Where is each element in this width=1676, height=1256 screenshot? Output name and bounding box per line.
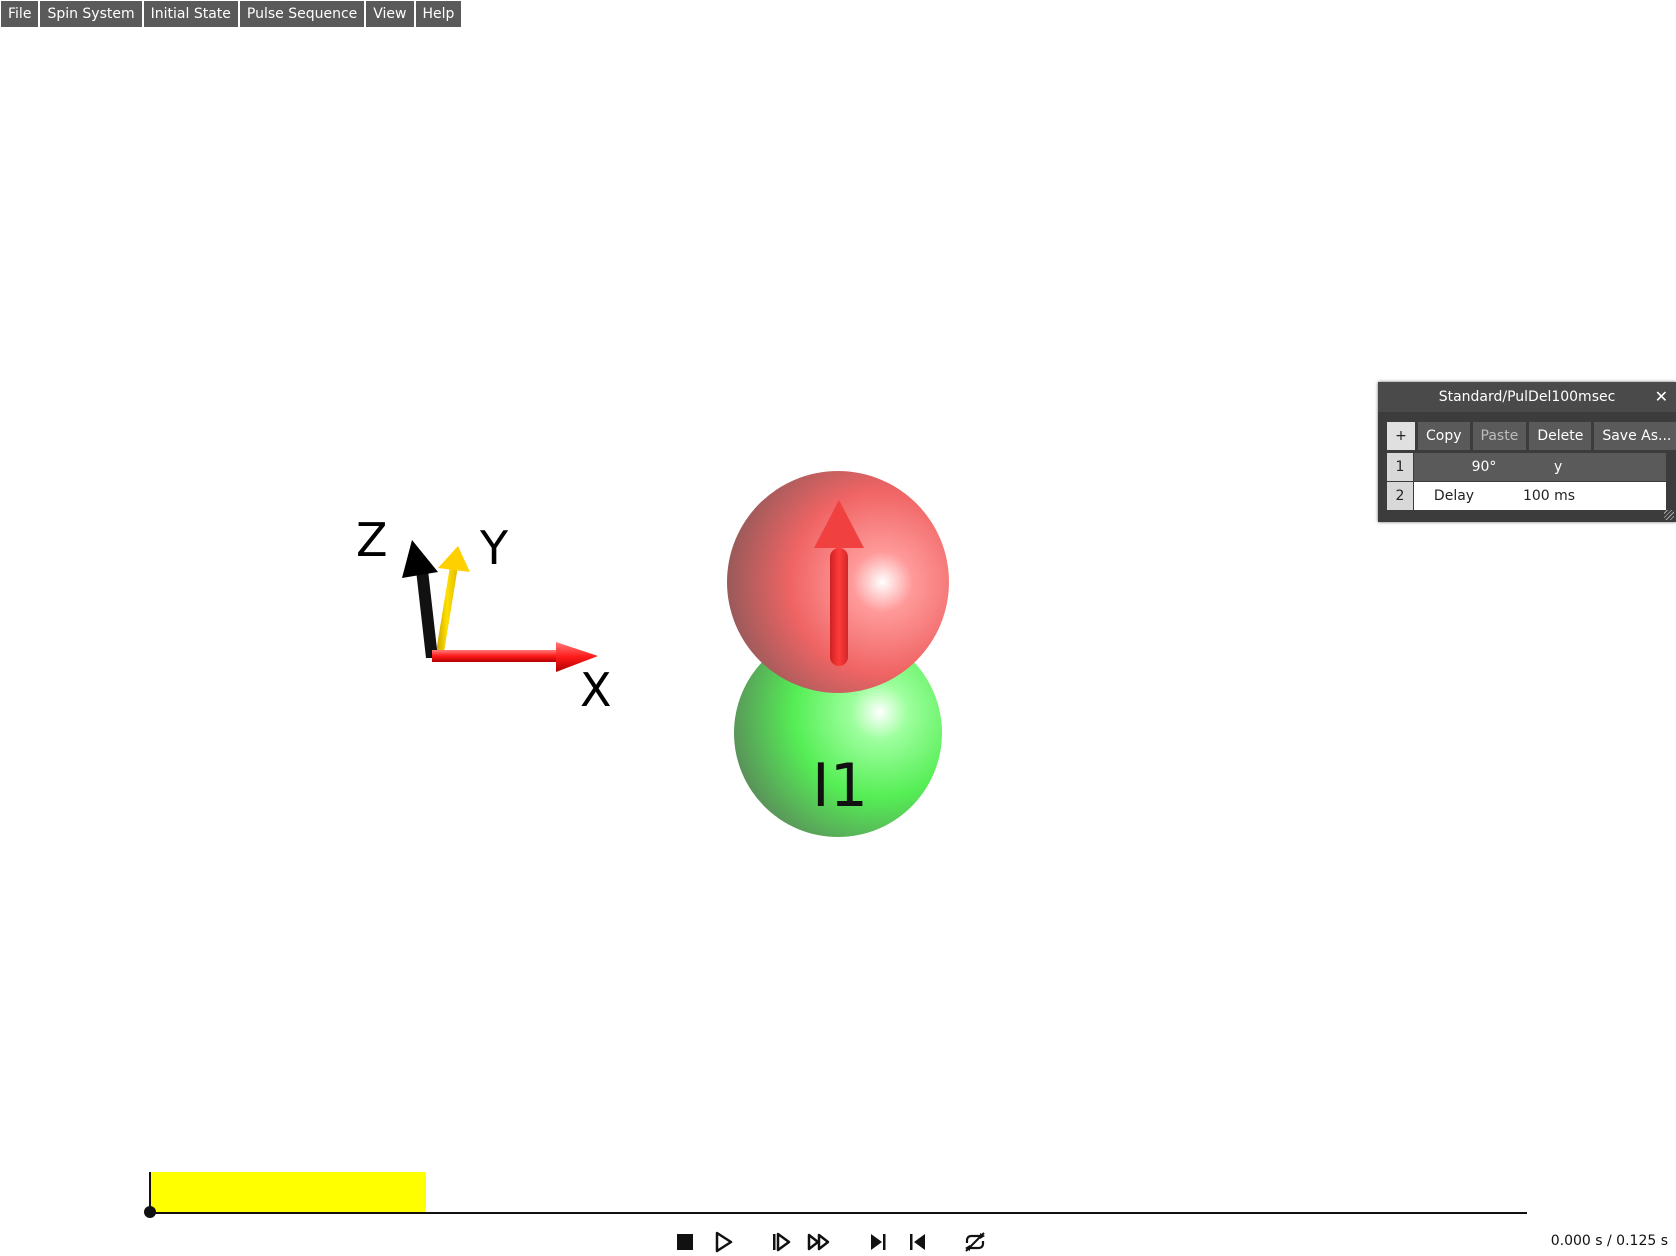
timeline[interactable]: [144, 1172, 1527, 1218]
spin-i1[interactable]: I1: [727, 471, 949, 837]
step-forward-icon[interactable]: [768, 1230, 794, 1254]
skip-to-end-icon[interactable]: [866, 1230, 892, 1254]
skip-to-start-icon[interactable]: [904, 1230, 930, 1254]
panel-toolbar: + Copy Paste Delete Save As...: [1387, 422, 1676, 450]
pulse-angle: 90°: [1471, 459, 1497, 475]
menu-initial-state[interactable]: Initial State: [143, 1, 238, 27]
z-axis-arrow: [402, 540, 438, 658]
close-icon[interactable]: ✕: [1655, 382, 1668, 412]
menu-file[interactable]: File: [1, 1, 39, 27]
y-axis-label: Y: [479, 521, 509, 575]
sequence-row-delay[interactable]: 2 Delay 100 ms: [1387, 482, 1666, 510]
save-as-button[interactable]: Save As...: [1594, 422, 1676, 450]
playhead-marker[interactable]: [144, 1206, 156, 1218]
panel-title: Standard/PulDel100msec: [1438, 389, 1616, 405]
menu-pulse-sequence[interactable]: Pulse Sequence: [239, 1, 365, 27]
resize-grip-icon[interactable]: [1664, 510, 1674, 520]
row-index: 2: [1387, 482, 1413, 510]
menu-spin-system[interactable]: Spin System: [40, 1, 142, 27]
stop-icon[interactable]: [672, 1230, 698, 1254]
spin-label: I1: [812, 751, 868, 821]
pulse-block[interactable]: [151, 1172, 426, 1212]
play-icon[interactable]: [710, 1230, 736, 1254]
menu-view[interactable]: View: [366, 1, 414, 27]
copy-button[interactable]: Copy: [1418, 422, 1470, 450]
x-axis-label: X: [580, 663, 612, 717]
spin-scene-canvas[interactable]: Z Y X I1: [0, 0, 1676, 1256]
menu-bar: File Spin System Initial State Pulse Seq…: [1, 1, 462, 27]
delete-button[interactable]: Delete: [1529, 422, 1592, 450]
z-axis-label: Z: [356, 513, 388, 567]
loop-icon[interactable]: [962, 1230, 988, 1254]
pulse-sequence-panel: Standard/PulDel100msec ✕ + Copy Paste De…: [1378, 382, 1676, 522]
transport-controls: [0, 1230, 1676, 1254]
delay-duration: 100 ms: [1522, 488, 1576, 504]
time-readout: 0.000 s / 0.125 s: [1550, 1233, 1668, 1249]
paste-button[interactable]: Paste: [1472, 422, 1527, 450]
add-button[interactable]: +: [1387, 422, 1415, 450]
fast-forward-icon[interactable]: [806, 1230, 832, 1254]
x-axis-arrow: [432, 642, 598, 672]
pulse-axis: y: [1554, 459, 1563, 475]
menu-help[interactable]: Help: [415, 1, 462, 27]
panel-titlebar[interactable]: Standard/PulDel100msec ✕: [1378, 382, 1676, 412]
y-axis-arrow: [436, 546, 470, 652]
sequence-row-pulse[interactable]: 1 90° y: [1387, 453, 1666, 481]
delay-type: Delay: [1433, 488, 1475, 504]
row-index: 1: [1387, 453, 1413, 481]
axis-triad: Z Y X: [356, 513, 612, 717]
